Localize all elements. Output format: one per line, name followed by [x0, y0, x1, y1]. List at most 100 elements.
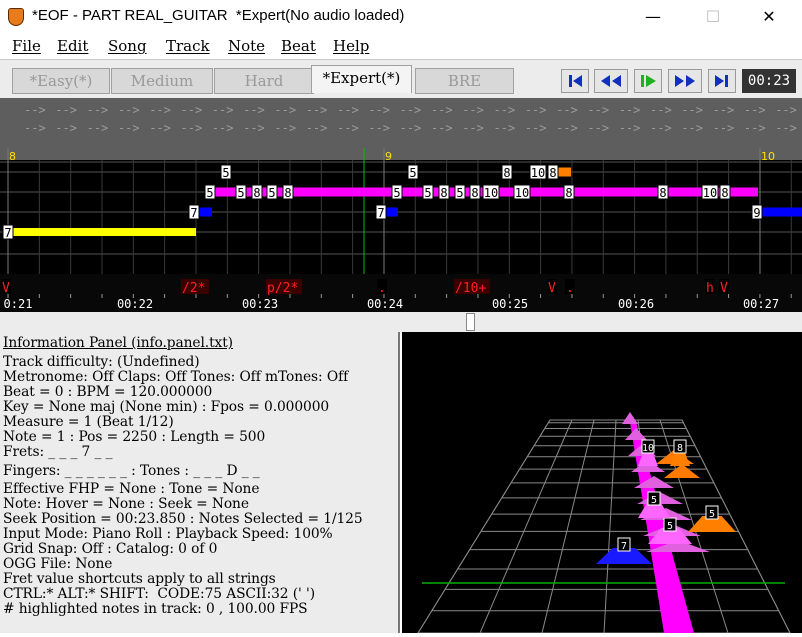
note-gem-label: 10	[642, 443, 654, 454]
beat-arrow: -->	[337, 103, 359, 117]
info-line: CTRL:* ALT:* SHIFT: CODE:75 ASCII:32 (' …	[3, 586, 316, 602]
note-gem-label: 5	[709, 509, 715, 520]
info-line: Seek Position = 00:23.850 : Notes Select…	[3, 511, 363, 527]
time-label: 00:26	[618, 297, 654, 311]
fret-note: 8	[719, 184, 731, 200]
tab-expert[interactable]: *Expert(*)	[311, 65, 412, 93]
fret-number: 8	[659, 186, 666, 200]
fret-number: 10	[515, 186, 529, 200]
rewind-icon	[601, 75, 621, 87]
fret-number: 8	[549, 166, 556, 180]
fret-number: 5	[268, 186, 275, 200]
fret-number: 5	[409, 166, 416, 180]
info-line: Beat = 0 : BPM = 120.000000	[3, 384, 213, 400]
skip-to-end-button[interactable]	[708, 69, 736, 93]
tab-bre[interactable]: BRE	[415, 68, 514, 94]
event-marker: V	[2, 281, 10, 296]
fret-number: 7	[4, 226, 11, 240]
fret-note: 5	[407, 164, 419, 180]
note-lane-area	[0, 160, 802, 274]
beat-arrow: -->	[243, 103, 265, 117]
minimize-button[interactable]: —	[630, 0, 676, 33]
time-label: 00:23	[242, 297, 278, 311]
beat-arrow: -->	[400, 121, 422, 135]
beat-arrow: -->	[55, 103, 77, 117]
fret-note: 8	[282, 184, 294, 200]
fret-note: 8	[501, 164, 513, 180]
app-icon	[8, 8, 24, 26]
play-icon	[641, 75, 656, 87]
tab-hard[interactable]: Hard	[214, 68, 314, 94]
fret-number: 10	[531, 166, 545, 180]
info-line: Metronome: Off Claps: Off Tones: Off mTo…	[3, 369, 349, 385]
play-button[interactable]	[634, 69, 662, 93]
time-label: 00:22	[117, 297, 153, 311]
beat-arrow: -->	[713, 121, 735, 135]
fret-number: 10	[484, 186, 498, 200]
beat-arrow: -->	[118, 121, 140, 135]
beat-arrow: -->	[462, 103, 484, 117]
menu-file[interactable]: File	[12, 37, 41, 55]
fret-note: 7	[188, 204, 200, 220]
fret-number: 10	[703, 186, 717, 200]
skip-to-start-button[interactable]	[561, 69, 589, 93]
piano-roll-editor[interactable]: --> --> --> --> --> --> --> --> --> --> --> --> --> -…	[0, 98, 802, 312]
beat-arrow: -->	[55, 121, 77, 135]
beat-arrow: -->	[525, 121, 547, 135]
beat-arrow: -->	[368, 103, 390, 117]
beat-arrow: -->	[681, 121, 703, 135]
event-marker: /2*	[182, 281, 205, 296]
info-line: Fret value shortcuts apply to all string…	[3, 571, 276, 587]
note-sustain	[8, 228, 196, 236]
beat-arrow: -->	[431, 121, 453, 135]
fret-note: 8	[547, 164, 559, 180]
beat-arrow: -->	[650, 121, 672, 135]
beat-arrow: -->	[775, 103, 797, 117]
info-line: # highlighted notes in track: 0 , 100.00…	[3, 601, 308, 617]
menu-help[interactable]: Help	[333, 37, 369, 55]
fret-number: 7	[377, 206, 384, 220]
fret-note: 8	[469, 184, 481, 200]
beat-arrow: -->	[650, 103, 672, 117]
beat-arrow: -->	[431, 103, 453, 117]
fast-forward-button[interactable]	[668, 69, 702, 93]
fret-note: 9	[751, 204, 763, 220]
tab-medium[interactable]: Medium	[111, 68, 213, 94]
beat-arrow: -->	[181, 103, 203, 117]
beat-arrow: -->	[212, 103, 234, 117]
note-sustain	[198, 207, 212, 217]
rewind-button[interactable]	[594, 69, 628, 93]
info-line: Input Mode: Piano Roll : Playback Speed:…	[3, 526, 333, 542]
horizontal-scrollbar[interactable]	[0, 312, 802, 332]
fret-note: 5	[391, 184, 403, 200]
maximize-button[interactable]: ☐	[690, 0, 736, 33]
menu-beat[interactable]: Beat	[281, 37, 316, 55]
close-button[interactable]: ✕	[746, 0, 792, 33]
beat-arrow: -->	[619, 103, 641, 117]
menu-note[interactable]: Note	[228, 37, 265, 55]
fret-note: 5	[266, 184, 278, 200]
menu-track[interactable]: Track	[166, 37, 210, 55]
beat-arrow: -->	[87, 103, 109, 117]
fret-number: 5	[222, 166, 229, 180]
beat-arrow: -->	[149, 103, 171, 117]
scroll-thumb[interactable]	[466, 313, 475, 331]
menu-bar: File Edit Song Track Note Beat Help	[0, 33, 802, 60]
beat-arrow: -->	[87, 121, 109, 135]
beat-arrow: -->	[556, 121, 578, 135]
fret-note: 7	[2, 224, 14, 240]
beat-arrow: -->	[462, 121, 484, 135]
info-line: Fingers: _ _ _ _ _ _ : Tones : _ _ _ D _…	[3, 463, 260, 479]
tab-easy[interactable]: *Easy(*)	[12, 68, 110, 94]
time-label: 00:25	[492, 297, 528, 311]
piano-roll-canvas[interactable]: --> --> --> --> --> --> --> --> --> --> --> --> --> -…	[0, 98, 802, 312]
info-line: Key = None maj (None min) : Fpos = 0.000…	[3, 399, 330, 415]
beat-arrow: -->	[212, 121, 234, 135]
menu-song[interactable]: Song	[108, 37, 147, 55]
fret-note: 10	[701, 184, 719, 200]
event-marker: .	[378, 281, 386, 296]
menu-edit[interactable]: Edit	[57, 37, 88, 55]
time-display: 00:23	[742, 69, 796, 93]
beat-arrow: -->	[494, 103, 516, 117]
fretboard-surface	[417, 419, 791, 634]
